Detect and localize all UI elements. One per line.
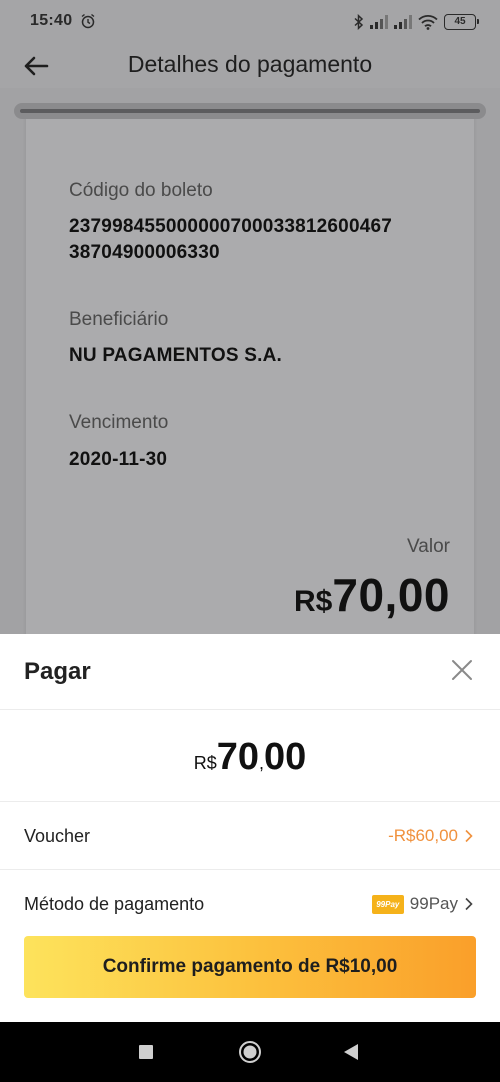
voucher-label: Voucher xyxy=(24,826,91,846)
payment-method-row[interactable]: Método de pagamento 99Pay 99Pay xyxy=(0,872,500,938)
sheet-title: Pagar xyxy=(24,658,91,685)
boleto-receipt: Código do boleto 23799845500000070003381… xyxy=(26,112,474,640)
back-triangle-icon[interactable] xyxy=(343,1043,359,1061)
status-time: 15:40 xyxy=(30,12,73,29)
page-title: Detalhes do pagamento xyxy=(127,51,373,77)
due-date-value: 2020-11-30 xyxy=(69,449,168,470)
payment-details-page: 15:40 45 Detalhes do pagamento Código do… xyxy=(0,0,500,640)
battery-icon: 45 xyxy=(444,14,479,30)
signal-icon xyxy=(394,15,412,29)
boleto-code-line1: 23799845500000070003381260046​7 xyxy=(69,216,393,237)
sheet-amount-dec: 00 xyxy=(264,736,307,778)
system-nav-bar xyxy=(0,1022,500,1082)
pay-bottom-sheet: Pagar R$70,00 Voucher -R$60,00 Método de… xyxy=(0,634,500,1022)
signal-icon xyxy=(370,15,388,29)
beneficiary-label: Beneficiário xyxy=(69,309,169,330)
wifi-icon xyxy=(418,15,438,30)
voucher-row[interactable]: Voucher -R$60,00 xyxy=(0,804,500,870)
due-date-label: Vencimento xyxy=(69,412,169,433)
amount-currency: R$ xyxy=(294,585,333,618)
chevron-right-icon xyxy=(465,897,473,911)
amount-value: R$70,00 xyxy=(294,568,450,622)
confirm-payment-button[interactable]: Confirme pagamento de R$10,00 xyxy=(24,936,476,998)
amount-number: 70,00 xyxy=(332,569,450,621)
alarm-icon xyxy=(81,13,95,29)
bluetooth-icon xyxy=(354,14,364,30)
boleto-code-line2: 38704900006330 xyxy=(69,242,220,263)
voucher-value: -R$60,00 xyxy=(388,826,458,845)
chevron-right-icon xyxy=(465,829,473,843)
status-bar: 15:40 45 xyxy=(0,0,500,44)
sheet-amount-int: 70 xyxy=(216,736,259,778)
status-icons: 45 xyxy=(354,12,479,32)
sheet-header: Pagar xyxy=(0,634,500,710)
payment-method-label: Método de pagamento xyxy=(24,894,205,914)
amount-label: Valor xyxy=(407,536,450,557)
payment-method-value: 99Pay xyxy=(409,894,458,913)
99pay-logo-icon: 99Pay xyxy=(371,894,404,914)
app-bar: Detalhes do pagamento xyxy=(0,44,500,88)
boleto-code-label: Código do boleto xyxy=(69,180,213,201)
close-icon[interactable] xyxy=(450,658,474,682)
sheet-amount: R$70,00 xyxy=(0,710,500,802)
receipt-roll xyxy=(14,103,486,119)
home-icon[interactable] xyxy=(238,1040,262,1064)
beneficiary-value: NU PAGAMENTOS S.A. xyxy=(69,345,282,366)
recents-icon[interactable] xyxy=(139,1045,153,1059)
sheet-amount-currency: R$ xyxy=(193,753,217,773)
